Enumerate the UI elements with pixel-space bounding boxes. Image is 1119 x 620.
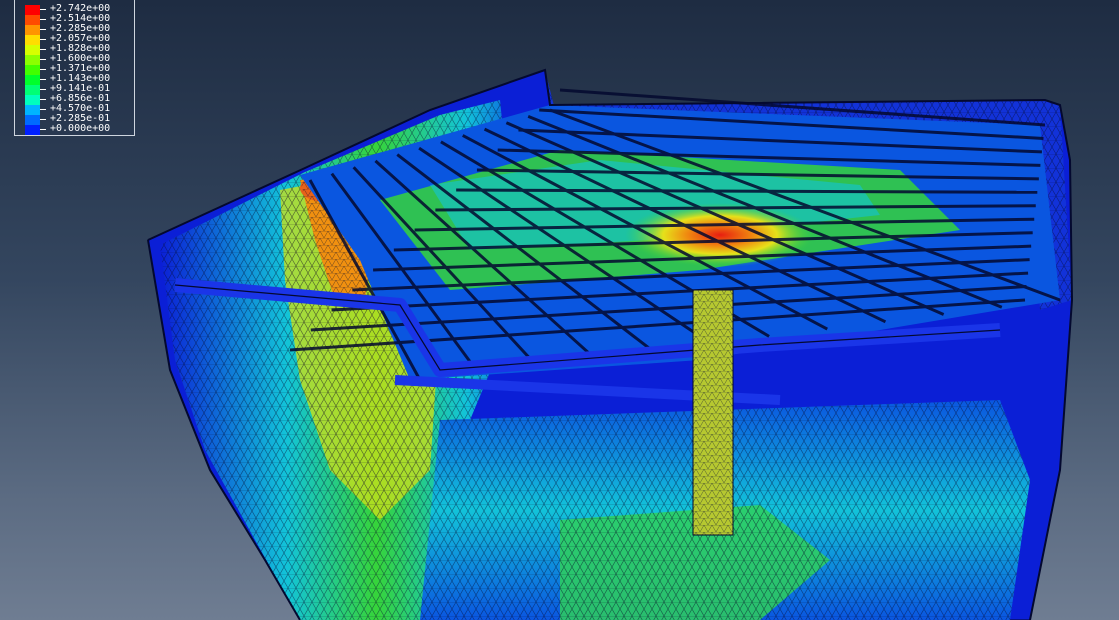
legend-tick bbox=[40, 79, 46, 80]
contour-legend: +2.742e+00 +2.514e+00 +2.285e+00 +2.057e+00… bbox=[14, 0, 135, 136]
legend-swatch bbox=[25, 95, 40, 105]
legend-tick bbox=[40, 129, 46, 130]
legend-tick bbox=[40, 99, 46, 100]
legend-tick bbox=[40, 9, 46, 10]
legend-swatch bbox=[25, 105, 40, 115]
legend-swatch bbox=[25, 75, 40, 85]
legend-tick bbox=[40, 39, 46, 40]
legend-swatch bbox=[25, 45, 40, 55]
legend-tick bbox=[40, 119, 46, 120]
legend-tick bbox=[40, 109, 46, 110]
legend-label: +0.000e+00 bbox=[50, 123, 111, 134]
legend-swatch bbox=[25, 35, 40, 45]
legend-swatch bbox=[25, 125, 40, 135]
legend-swatch bbox=[25, 55, 40, 65]
3d-viewport[interactable]: +2.742e+00 +2.514e+00 +2.285e+00 +2.057e+00… bbox=[0, 0, 1119, 620]
legend-swatch bbox=[25, 85, 40, 95]
legend-tick bbox=[40, 59, 46, 60]
legend-swatch bbox=[25, 15, 40, 25]
legend-tick bbox=[40, 69, 46, 70]
legend-tick bbox=[40, 49, 46, 50]
legend-swatch bbox=[25, 25, 40, 35]
legend-swatch bbox=[25, 65, 40, 75]
legend-tick bbox=[40, 29, 46, 30]
legend-tick bbox=[40, 19, 46, 20]
legend-entry: +0.000e+00 bbox=[15, 123, 135, 135]
legend-swatch bbox=[25, 5, 40, 15]
ship-hull-contour-plot[interactable] bbox=[0, 0, 1119, 620]
legend-tick bbox=[40, 89, 46, 90]
legend-swatch bbox=[25, 115, 40, 125]
